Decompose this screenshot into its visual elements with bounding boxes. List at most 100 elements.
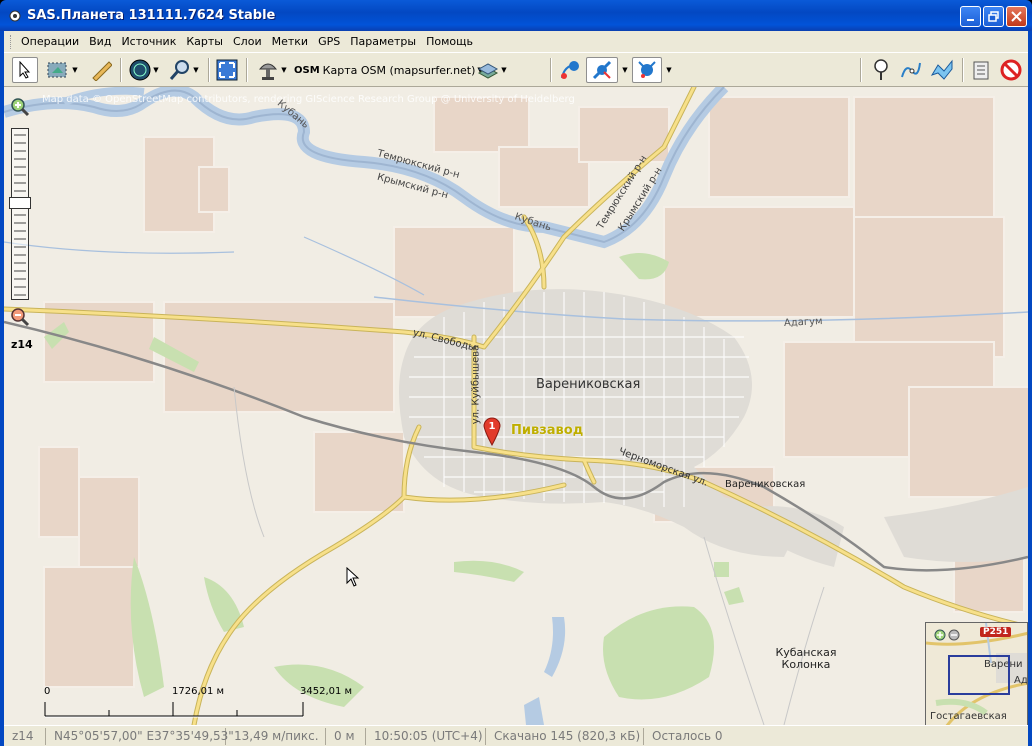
minimap-road-badge: P251 (980, 627, 1012, 637)
cursor-icon (19, 61, 31, 79)
fullscreen-button[interactable] (214, 57, 240, 83)
menu-operations[interactable]: Операции (16, 35, 84, 48)
zoom-out-icon[interactable] (10, 307, 30, 327)
placemarks-list-button[interactable] (968, 57, 994, 83)
minimap-label-ad: Ад (1014, 675, 1028, 686)
select-area-icon (47, 62, 67, 78)
mouse-cursor-icon (346, 567, 360, 587)
satellite-dish-icon (259, 63, 278, 80)
zoom-slider-track[interactable] (11, 128, 29, 300)
restore-icon (988, 11, 999, 22)
toolbar-separator (550, 58, 552, 82)
close-button[interactable] (1006, 6, 1027, 27)
placemark-icon (874, 59, 888, 80)
zoom-level-label: z14 (11, 338, 33, 351)
no-entry-icon (1000, 59, 1022, 81)
zoom-panel: z14 (4, 87, 34, 355)
zoom-ticks (14, 134, 26, 296)
hide-placemarks-button[interactable] (998, 57, 1024, 83)
chevron-down-icon: ▼ (281, 66, 287, 74)
menu-view[interactable]: Вид (84, 35, 116, 48)
status-downloaded: Скачано 145 (820,3 кБ) (486, 727, 644, 745)
menu-settings[interactable]: Параметры (345, 35, 421, 48)
polygon-icon (930, 59, 953, 80)
chevron-down-icon: ▼ (666, 66, 672, 74)
ruler-icon (92, 61, 112, 81)
menu-help[interactable]: Помощь (421, 35, 478, 48)
menubar-grip (10, 34, 13, 49)
zoom-slider-thumb[interactable] (9, 197, 31, 209)
gps-track-button[interactable] (556, 57, 584, 83)
map-view[interactable]: Map data © OpenStreetMap contributors, r… (4, 87, 1028, 725)
gps-center-icon (638, 61, 656, 78)
scale-label-end: 3452,01 м (300, 686, 353, 697)
menu-source[interactable]: Источник (116, 35, 181, 48)
map-source-dropdown[interactable]: OSM Карта OSM (mapsurfer.net) ▼ (294, 57, 483, 83)
chevron-down-icon: ▼ (501, 66, 507, 74)
toolbar-separator (208, 58, 210, 82)
status-distance: 0 м (326, 727, 366, 745)
minimap-viewport-frame[interactable] (948, 655, 1010, 695)
map-attribution: Map data © OpenStreetMap contributors, r… (42, 94, 575, 105)
minimap-zoom-out-icon[interactable] (948, 629, 960, 641)
scale-label-mid: 1726,01 м (172, 686, 225, 697)
menu-maps[interactable]: Карты (181, 35, 228, 48)
magnifier-icon (170, 60, 190, 80)
placemark-number: 1 (489, 421, 496, 432)
gps-follow-dropdown[interactable]: ▼ (618, 57, 630, 83)
status-coordinates: N45°05'57,00" E37°35'49,53" (46, 727, 234, 745)
placemark-pin-icon[interactable]: 1 (481, 414, 503, 446)
minimize-icon (966, 18, 974, 21)
scale-bar: 0 1726,01 м 3452,01 м (40, 686, 360, 720)
town-label: Варениковская (536, 377, 641, 392)
menu-bar: Операции Вид Источник Карты Слои Метки G… (4, 31, 1028, 52)
app-icon (9, 10, 21, 21)
satellite-button[interactable]: ▼ (254, 57, 290, 83)
status-remaining: Осталось 0 (652, 729, 723, 743)
toolbar-separator (120, 58, 122, 82)
ruler-button[interactable] (88, 57, 114, 83)
osm-icon: OSM (294, 64, 320, 76)
add-placemark-button[interactable] (868, 57, 894, 83)
chevron-down-icon: ▼ (153, 66, 159, 74)
map-canvas (4, 87, 1028, 725)
gps-follow-button[interactable] (586, 57, 618, 83)
path-icon (901, 62, 921, 78)
scale-label-start: 0 (44, 686, 51, 697)
add-polygon-button[interactable] (928, 57, 956, 83)
toolbar-separator (860, 58, 862, 82)
window-title: SAS.Планета 131111.7624 Stable (27, 8, 276, 23)
zoom-in-icon[interactable] (10, 97, 30, 117)
placemark-label[interactable]: Пивзавод (511, 423, 583, 438)
minimap[interactable]: P251 Варени Ад Гостагаевская (925, 622, 1028, 726)
minimap-zoom-in-icon[interactable] (934, 629, 946, 641)
globe-icon (129, 59, 151, 81)
zoom-tool-button[interactable]: ▼ (166, 57, 202, 83)
globe-button[interactable]: ▼ (126, 57, 162, 83)
status-time: 10:50:05 (UTC+4) (366, 727, 486, 745)
minimize-button[interactable] (960, 6, 981, 27)
gps-center-button[interactable] (632, 57, 662, 83)
status-zoom: z14 (4, 727, 46, 745)
toolbar-separator (246, 58, 248, 82)
add-path-button[interactable] (898, 57, 924, 83)
select-area-button[interactable]: ▼ (42, 57, 82, 83)
village-label: Кубанская Колонка (775, 646, 837, 671)
gps-follow-icon (592, 60, 612, 80)
menu-gps[interactable]: GPS (313, 35, 345, 48)
menu-marks[interactable]: Метки (267, 35, 313, 48)
status-bar: z14 N45°05'57,00" E37°35'49,53" 13,49 м/… (4, 725, 1028, 746)
gps-center-dropdown[interactable]: ▼ (662, 57, 674, 83)
window-frame-right (1028, 31, 1032, 746)
toolbar-separator (962, 58, 964, 82)
close-icon (1011, 11, 1022, 22)
chevron-down-icon: ▼ (193, 66, 199, 74)
maximize-button[interactable] (983, 6, 1004, 27)
layers-icon (478, 63, 499, 79)
scale-ruler (44, 702, 304, 718)
chevron-down-icon: ▼ (72, 66, 78, 74)
layers-button[interactable]: ▼ (474, 57, 510, 83)
gps-satellite-icon (561, 61, 579, 79)
menu-layers[interactable]: Слои (228, 35, 267, 48)
pointer-tool-button[interactable] (12, 57, 38, 83)
